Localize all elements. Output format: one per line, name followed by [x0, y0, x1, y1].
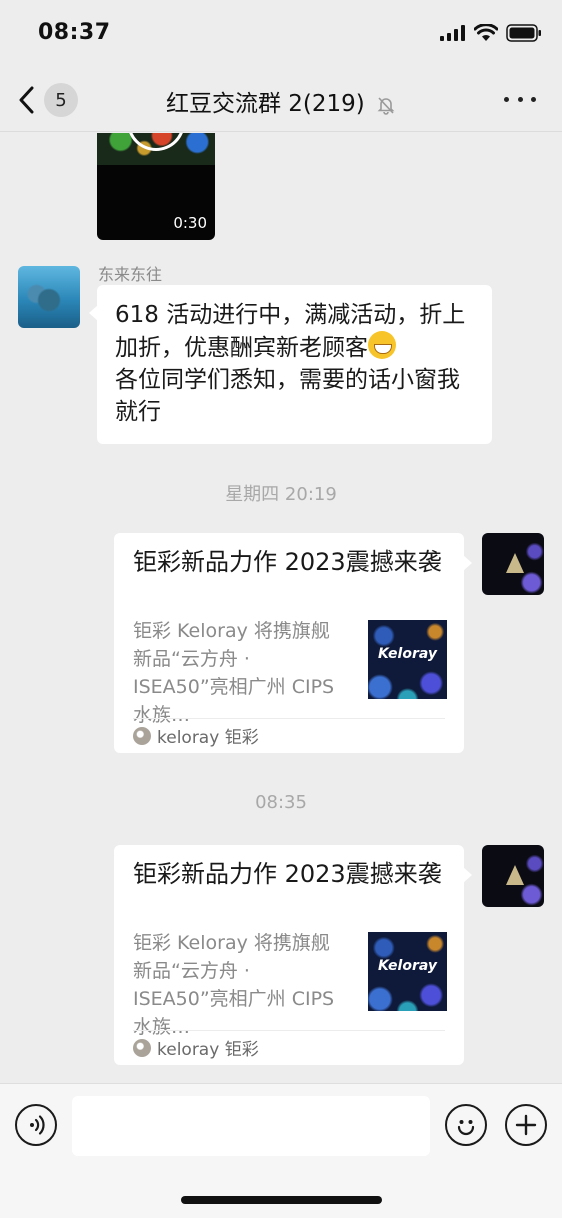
self-avatar[interactable]	[482, 845, 544, 907]
sender-avatar[interactable]	[18, 266, 80, 328]
card-title: 钜彩新品力作 2023震撼来袭	[133, 860, 442, 888]
wifi-icon	[474, 24, 498, 41]
avatar-logo	[506, 553, 524, 573]
status-icons	[440, 24, 542, 42]
avatar-logo	[506, 865, 524, 885]
voice-icon	[30, 1115, 45, 1135]
message-text-2: 各位同学们悉知，需要的话小窗我就行	[115, 367, 460, 425]
more-options-button[interactable]	[505, 1104, 547, 1146]
card-divider	[133, 718, 445, 719]
card-thumbnail: Keloray	[368, 620, 447, 699]
emoji-button[interactable]	[445, 1104, 487, 1146]
timestamp: 星期四 20:19	[225, 484, 337, 505]
card-source-name: keloray 钜彩	[157, 728, 259, 748]
mute-bell-icon	[377, 96, 395, 115]
self-avatar[interactable]	[482, 533, 544, 595]
text-message-bubble[interactable]: 618 活动进行中，满减活动，折上加折，优惠酬宾新老顾客 各位同学们悉知，需要的…	[89, 285, 492, 444]
card-source-name: keloray 钜彩	[157, 1040, 259, 1060]
card-divider	[133, 1030, 445, 1031]
card-title: 钜彩新品力作 2023震撼来袭	[133, 548, 442, 576]
chat-title: 红豆交流群 2(219)	[165, 91, 365, 117]
message-text: 618 活动进行中，满减活动，折上加折，优惠酬宾新老顾客	[115, 302, 466, 361]
voice-button[interactable]	[15, 1104, 57, 1146]
source-logo-icon	[133, 726, 151, 745]
card-description: 钜彩 Keloray 将携旗舰新品“云方舟 · ISEA50”亮相广州 CIPS…	[133, 932, 335, 1038]
chat-screen: 08:37 5 红豆交流群 2(219) 0:30 东来东往 618 活动进行中…	[0, 0, 562, 1218]
plus-icon	[515, 1114, 537, 1136]
more-icon[interactable]	[504, 88, 536, 110]
nav-bar: 5 红豆交流群 2(219)	[0, 66, 562, 132]
home-indicator[interactable]	[181, 1196, 382, 1204]
message-input[interactable]	[72, 1096, 430, 1156]
battery-icon	[506, 24, 541, 42]
timestamp: 08:35	[255, 792, 307, 813]
status-time: 08:37	[38, 20, 111, 45]
link-card[interactable]: 钜彩新品力作 2023震撼来袭 钜彩 Keloray 将携旗舰新品“云方舟 · …	[114, 533, 472, 753]
source-logo-icon	[133, 1038, 151, 1057]
link-card[interactable]: 钜彩新品力作 2023震撼来袭 钜彩 Keloray 将携旗舰新品“云方舟 · …	[114, 845, 472, 1065]
sender-name: 东来东往	[98, 265, 163, 284]
card-source: keloray 钜彩	[133, 723, 259, 748]
nav-title-wrap: 红豆交流群 2(219)	[0, 84, 562, 118]
status-bar: 08:37	[0, 0, 562, 66]
thumbnail-brand: Keloray	[377, 958, 438, 974]
card-thumbnail: Keloray	[368, 932, 447, 1011]
card-source: keloray 钜彩	[133, 1035, 259, 1060]
grin-emoji-icon	[368, 331, 396, 359]
signal-icon	[440, 25, 465, 41]
video-duration: 0:30	[173, 214, 207, 232]
video-message[interactable]: 0:30	[97, 133, 215, 240]
card-description: 钜彩 Keloray 将携旗舰新品“云方舟 · ISEA50”亮相广州 CIPS…	[133, 620, 335, 726]
emoji-icon	[457, 1120, 475, 1136]
thumbnail-brand: Keloray	[377, 646, 438, 662]
message-list[interactable]: 0:30 东来东往 618 活动进行中，满减活动，折上加折，优惠酬宾新老顾客 各…	[0, 133, 562, 1083]
